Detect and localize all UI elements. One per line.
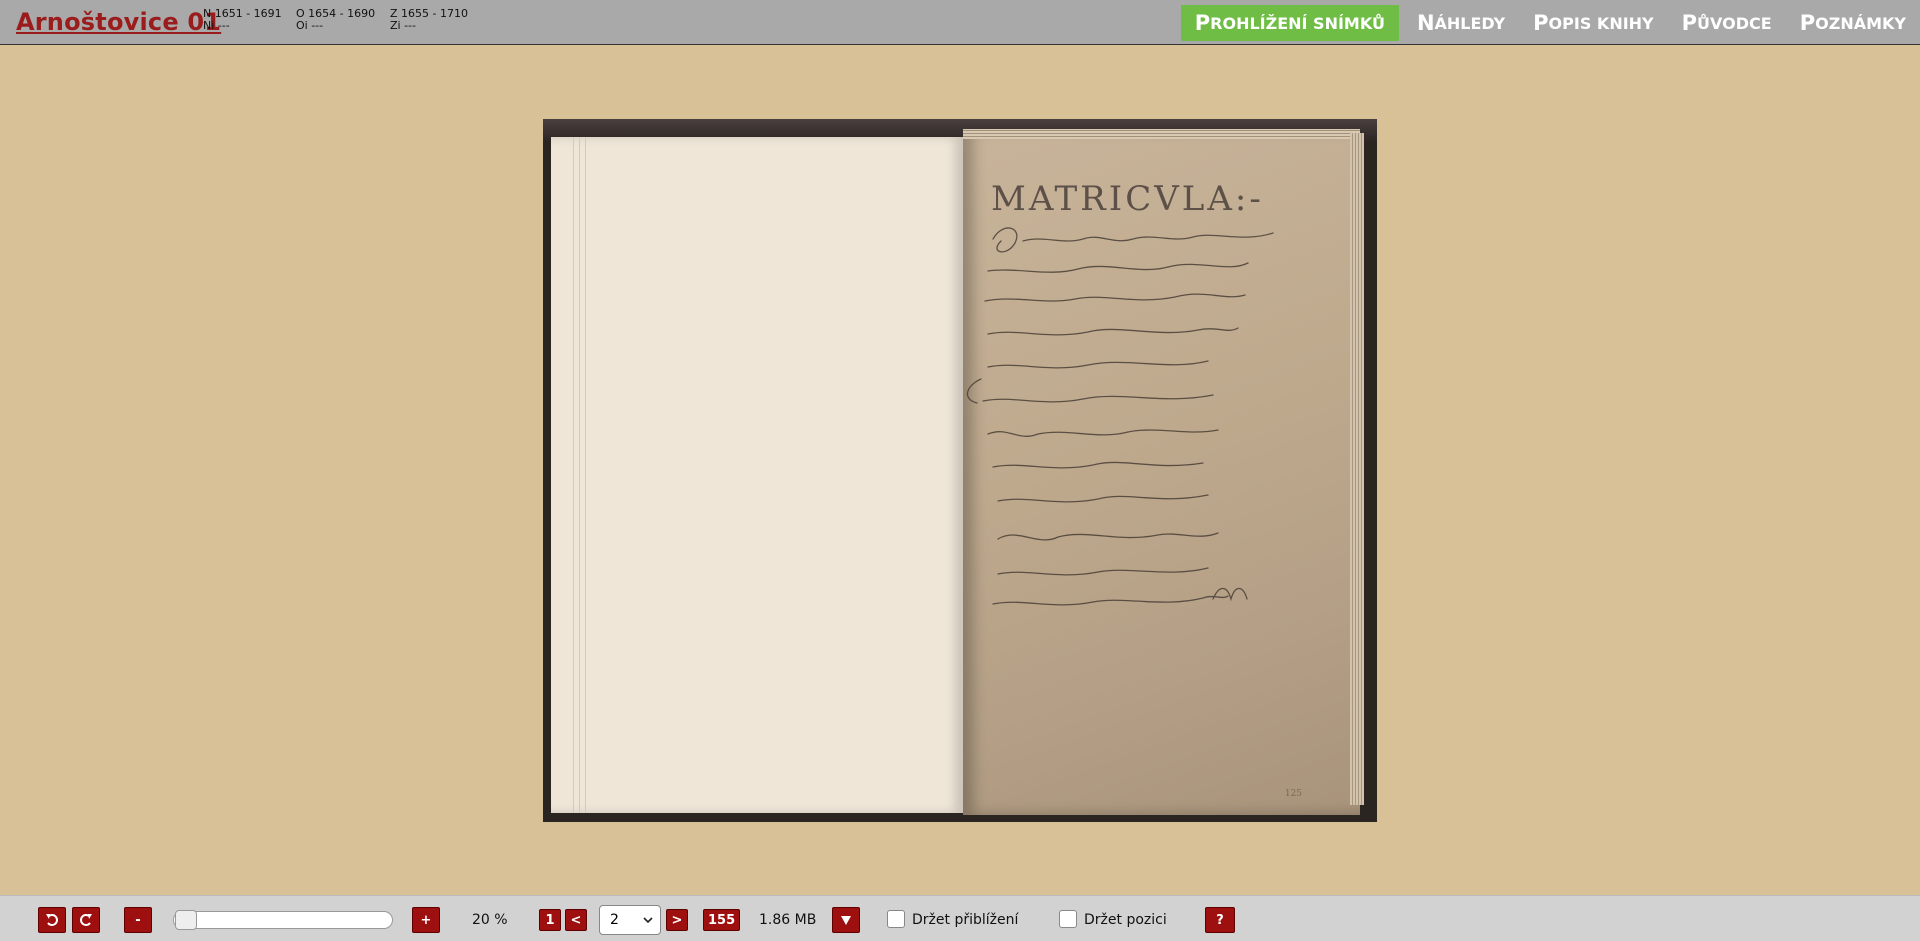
page-select-value: 2 — [610, 912, 619, 928]
meta-range-n: N 1651 - 1691 Ni --- — [203, 8, 282, 32]
meta-range-z: Z 1655 - 1710 Zi --- — [390, 8, 468, 32]
nav-thumbnails-first: N — [1416, 11, 1435, 35]
help-button[interactable]: ? — [1205, 907, 1235, 933]
download-arrow-icon — [841, 916, 851, 925]
right-page-manuscript: MATRICVLA:- 125 — [963, 129, 1364, 815]
nav-originators-rest: ŮVODCE — [1697, 13, 1772, 33]
nav-thumbnails[interactable]: N ÁHLEDY — [1403, 5, 1519, 41]
handwriting-image — [966, 227, 1274, 606]
nav-notes-first: P — [1799, 11, 1816, 35]
page-leaf-line — [579, 137, 580, 813]
nav-book-description-rest: OPIS KNIHY — [1548, 13, 1654, 33]
chevron-down-icon — [643, 917, 653, 924]
meta-range-z-line2: Zi --- — [390, 19, 416, 32]
page-leaf-line — [585, 137, 586, 813]
book-scan-image[interactable]: MATRICVLA:- 125 — [543, 119, 1377, 822]
nav-book-description[interactable]: P OPIS KNIHY — [1519, 5, 1668, 41]
first-page-button[interactable]: 1 — [539, 909, 561, 931]
zoom-slider-thumb[interactable] — [175, 910, 197, 930]
keep-zoom-checkbox[interactable] — [887, 910, 905, 928]
page-leaf-line — [573, 137, 574, 813]
nav-book-description-first: P — [1533, 11, 1549, 35]
nav-image-view[interactable]: P ROHLÍŽENÍ SNÍMKŮ — [1180, 5, 1399, 41]
nav-notes-rest: OZNÁMKY — [1815, 13, 1906, 33]
nav-originators[interactable]: P ŮVODCE — [1668, 5, 1786, 41]
page-select[interactable]: 2 — [599, 905, 661, 935]
image-viewer[interactable]: MATRICVLA:- 125 — [0, 46, 1920, 895]
meta-range-n-line2: Ni --- — [203, 19, 230, 32]
header-bar: Arnoštovice 01 N 1651 - 1691 Ni --- O 16… — [0, 0, 1920, 45]
zoom-in-button[interactable]: + — [412, 907, 440, 933]
nav-notes[interactable]: P OZNÁMKY — [1786, 5, 1920, 41]
bottom-toolbar: - + 20 % 1 < 2 > 155 1.86 MB Držet přibl… — [0, 895, 1920, 941]
book-title-link[interactable]: Arnoštovice 01 — [16, 8, 221, 36]
folio-number: 125 — [1284, 789, 1302, 799]
zoom-out-button[interactable]: - — [124, 907, 152, 933]
zoom-slider[interactable] — [173, 910, 393, 930]
zoom-level-text: 20 % — [472, 912, 508, 928]
nav-image-view-rest: ROHLÍŽENÍ SNÍMKŮ — [1210, 13, 1385, 33]
meta-range-o-line2: Oi --- — [296, 19, 324, 32]
next-page-button[interactable]: > — [666, 909, 688, 931]
previous-page-button[interactable]: < — [565, 909, 587, 931]
nav-originators-first: P — [1681, 11, 1698, 35]
nav-thumbnails-rest: ÁHLEDY — [1434, 13, 1506, 33]
rotate-left-button[interactable] — [38, 907, 66, 933]
rotate-right-icon — [80, 914, 92, 926]
main-nav: P ROHLÍŽENÍ SNÍMKŮ N ÁHLEDY P OPIS KNIHY PŮ… — [1180, 5, 1920, 41]
nav-image-view-first: P — [1194, 11, 1211, 35]
rotate-right-button[interactable] — [72, 907, 100, 933]
keep-zoom-label: Držet přiblížení — [912, 912, 1019, 928]
rotate-left-icon — [46, 914, 58, 926]
keep-position-label: Držet pozici — [1084, 912, 1167, 928]
left-page-blank — [551, 137, 963, 813]
keep-position-checkbox[interactable] — [1059, 910, 1077, 928]
last-page-button[interactable]: 155 — [703, 909, 741, 931]
download-button[interactable] — [832, 907, 860, 933]
meta-range-o: O 1654 - 1690 Oi --- — [296, 8, 375, 32]
file-size-text: 1.86 MB — [759, 912, 817, 928]
